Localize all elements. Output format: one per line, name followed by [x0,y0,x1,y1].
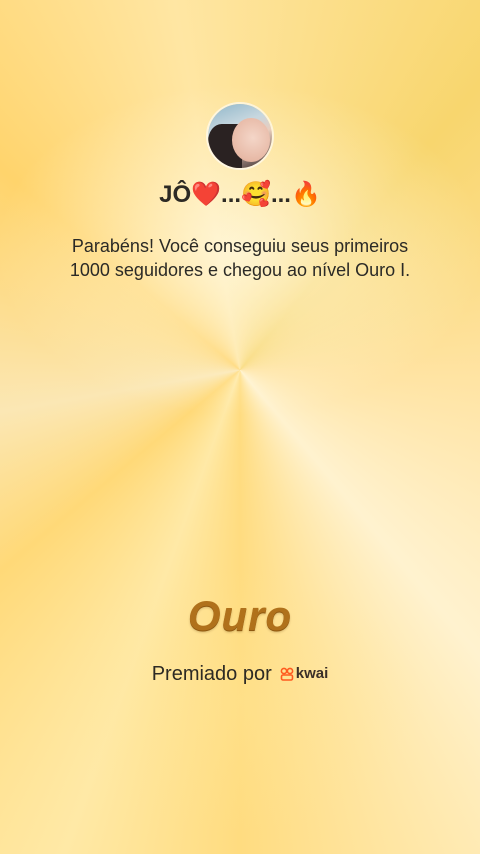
sponsor-line: Premiado por kwai [0,660,480,688]
kwai-brand: kwai [280,665,329,683]
avatar [208,104,272,168]
kwai-brand-name: kwai [295,665,329,682]
kwai-logo-icon [280,667,294,681]
avatar-face [232,118,270,162]
level-title: Ouro [187,592,293,639]
congratulations-message: Parabéns! Você conseguiu seus primeiros … [69,236,411,280]
sponsor-label: Premiado por [151,663,272,685]
username: JÔ❤️...🥰...🔥 [159,181,321,208]
